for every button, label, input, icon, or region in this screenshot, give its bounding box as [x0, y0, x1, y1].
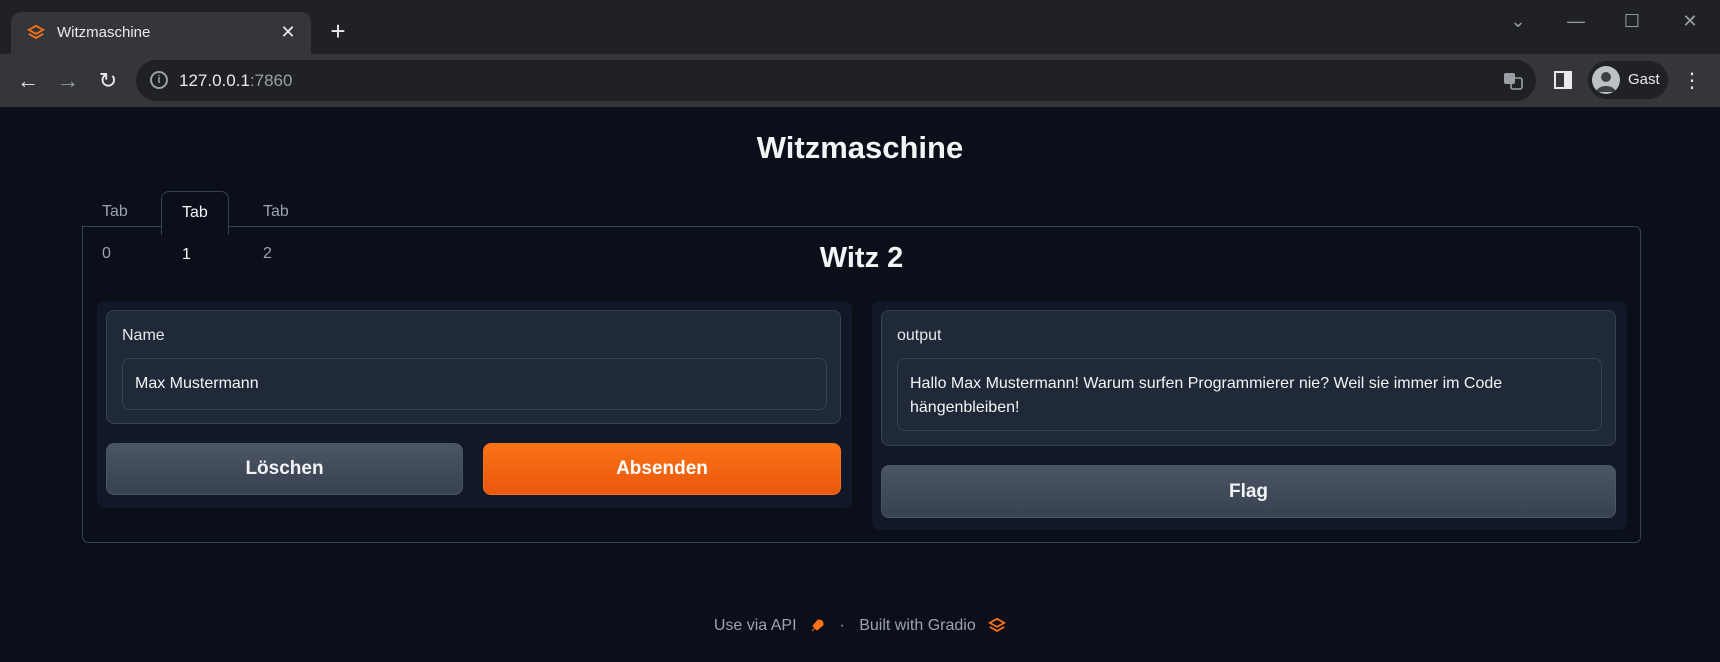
flag-button[interactable]: Flag [881, 465, 1616, 518]
close-window-icon[interactable]: ✕ [1670, 8, 1710, 34]
avatar-icon [1592, 66, 1620, 94]
rocket-icon [811, 619, 824, 632]
browser-menu-icon[interactable]: ⋮ [1682, 66, 1702, 96]
submit-button[interactable]: Absenden [483, 443, 841, 495]
footer-separator: · [839, 617, 845, 634]
tab-search-icon[interactable]: ⌄ [1498, 8, 1538, 34]
input-column: Name Max Mustermann Löschen Absenden [97, 301, 852, 508]
browser-tab-title: Witzmaschine [57, 24, 151, 41]
minimize-icon[interactable]: — [1556, 8, 1596, 34]
panel-heading: Witz 2 [819, 242, 904, 274]
url-text: 127.0.0.1:7860 [179, 71, 293, 90]
output-column: output Hallo Max Mustermann! Warum surfe… [872, 301, 1627, 530]
output-block: output Hallo Max Mustermann! Warum surfe… [881, 310, 1616, 446]
name-input[interactable]: Max Mustermann [122, 358, 827, 410]
address-bar[interactable]: i 127.0.0.1:7860 [136, 60, 1536, 101]
reload-icon[interactable]: ↻ [93, 66, 123, 96]
tab-panel: Witz 2 Name Max Mustermann Löschen Absen… [82, 226, 1641, 543]
output-label: output [897, 327, 942, 344]
built-with-gradio-link[interactable]: Built with Gradio [859, 617, 976, 635]
forward-icon[interactable]: → [53, 66, 83, 96]
browser-chrome: Witzmaschine ✕ + ⌄ — ☐ ✕ ← → ↻ i 127.0.0… [0, 0, 1720, 107]
maximize-icon[interactable]: ☐ [1612, 8, 1652, 34]
side-panel-icon[interactable] [1554, 71, 1572, 89]
use-via-api-link[interactable]: Use via API [714, 617, 797, 635]
browser-tab[interactable]: Witzmaschine ✕ [11, 12, 311, 54]
translate-icon[interactable] [1502, 70, 1524, 92]
gradio-favicon-icon [27, 24, 45, 39]
profile-button[interactable]: Gast [1588, 61, 1668, 99]
app-title: Witzmaschine [756, 130, 964, 165]
name-block: Name Max Mustermann [106, 310, 841, 424]
back-icon[interactable]: ← [13, 66, 43, 96]
new-tab-button[interactable]: + [324, 18, 352, 46]
gradio-logo-icon [988, 617, 1007, 632]
tab-1[interactable]: Tab 1 [161, 191, 229, 263]
output-textbox[interactable]: Hallo Max Mustermann! Warum surfen Progr… [897, 358, 1602, 431]
close-tab-icon[interactable]: ✕ [277, 21, 299, 43]
footer: Use via API · Built with Gradio [0, 617, 1720, 635]
browser-toolbar: ← → ↻ i 127.0.0.1:7860 Gast ⋮ [0, 54, 1720, 107]
gradio-app: Witzmaschine Tab 0 Tab 1 Tab 2 Witz 2 Na… [0, 107, 1720, 662]
name-label: Name [122, 327, 165, 344]
site-info-icon[interactable]: i [150, 71, 168, 89]
tab-strip: Witzmaschine ✕ + ⌄ — ☐ ✕ [0, 0, 1720, 54]
clear-button[interactable]: Löschen [106, 443, 463, 495]
profile-label: Gast [1628, 71, 1660, 88]
